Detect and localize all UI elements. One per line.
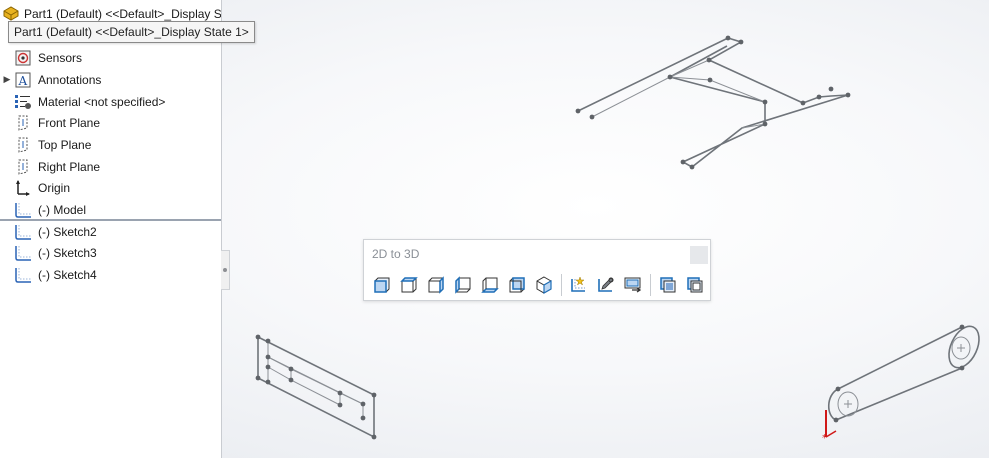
create-sketch-button[interactable] (567, 273, 590, 296)
front-view-button[interactable] (370, 273, 393, 296)
sketch-right-view: * (822, 324, 980, 444)
tree-item-label: Front Plane (38, 115, 101, 130)
toolbar-close-button[interactable] (690, 246, 708, 264)
sketch-top-view (575, 35, 851, 170)
tree-item-label: (-) Sketch4 (38, 267, 97, 282)
back-view-icon (509, 276, 525, 292)
top-view-button[interactable] (397, 273, 420, 296)
cut-button[interactable] (683, 273, 706, 296)
extrude-icon (659, 276, 675, 292)
panel-splitter-grip[interactable] (221, 250, 230, 290)
annotations-icon: A (14, 71, 32, 89)
tree-item-sensors[interactable]: Sensors (0, 47, 221, 68)
align-sketch-icon (624, 277, 641, 293)
tree-item-label: Annotations (38, 72, 102, 87)
sketch-icon (14, 201, 32, 219)
left-view-icon (454, 275, 470, 294)
tree-root-label: Part1 (Default) <<Default>_Display State… (24, 7, 221, 21)
auxiliary-view-icon (536, 275, 552, 294)
tree-item-top-plane[interactable]: Top Plane (0, 134, 221, 155)
right-view-button[interactable] (424, 273, 447, 296)
tree-item-model[interactable]: (-) Model (0, 199, 221, 220)
feature-manager-tree[interactable]: Part1 (Default) <<Default>_Display State… (0, 0, 222, 458)
sketch-icon (14, 223, 32, 241)
repair-sketch-button[interactable] (594, 273, 617, 296)
auxiliary-view-button[interactable] (532, 273, 555, 296)
cut-icon (686, 276, 702, 292)
tree-item-front-plane[interactable]: Front Plane (0, 112, 221, 133)
tree-item-sketch4[interactable]: (-) Sketch4 (0, 264, 221, 285)
tree-tooltip: Part1 (Default) <<Default>_Display State… (8, 21, 255, 43)
tree-item-label: Top Plane (38, 137, 92, 152)
sketch-icon (14, 244, 32, 262)
right-view-icon (428, 275, 444, 294)
tree-item-label: Sensors (38, 50, 83, 65)
tree-item-material[interactable]: Material <not specified> (0, 91, 221, 112)
tree-item-annotations[interactable]: ▶ A Annotations (0, 69, 221, 90)
plane-icon (14, 136, 32, 154)
sketch-icon (14, 266, 32, 284)
origin-icon (14, 179, 32, 197)
svg-text:A: A (18, 74, 28, 88)
align-sketch-button[interactable] (621, 273, 644, 296)
sketch-front-view (255, 334, 377, 440)
expand-arrow-icon[interactable]: ▶ (0, 74, 14, 85)
top-view-icon (399, 276, 418, 292)
bottom-view-button[interactable] (478, 273, 501, 296)
extrude-button[interactable] (656, 273, 679, 296)
tree-item-label: Origin (38, 180, 71, 195)
svg-text:*: * (822, 433, 827, 444)
bottom-view-icon (480, 277, 499, 293)
tree-item-label: (-) Model (38, 202, 87, 217)
back-view-button[interactable] (505, 273, 528, 296)
create-sketch-icon (570, 275, 585, 292)
front-view-icon (373, 277, 389, 293)
tree-item-sketch2[interactable]: (-) Sketch2 (0, 221, 221, 242)
repair-sketch-icon (597, 276, 614, 292)
toolbar-separator (650, 273, 651, 296)
2d-to-3d-toolbar[interactable]: 2D to 3D (363, 239, 711, 301)
tree-item-right-plane[interactable]: Right Plane (0, 156, 221, 177)
grip-dot-icon (223, 268, 227, 272)
tree-item-sketch3[interactable]: (-) Sketch3 (0, 242, 221, 263)
tree-item-label: Right Plane (38, 159, 101, 174)
material-icon (14, 93, 32, 111)
left-view-button[interactable] (451, 273, 474, 296)
tree-item-label: (-) Sketch3 (38, 245, 97, 260)
plane-icon (14, 114, 32, 132)
sensor-icon (14, 49, 32, 67)
toolbar-title: 2D to 3D (372, 247, 420, 261)
toolbar-separator (561, 273, 562, 296)
tree-item-origin[interactable]: Origin (0, 177, 221, 198)
tree-item-label: (-) Sketch2 (38, 224, 97, 239)
plane-icon (14, 158, 32, 176)
tree-item-label: Material <not specified> (38, 94, 166, 109)
